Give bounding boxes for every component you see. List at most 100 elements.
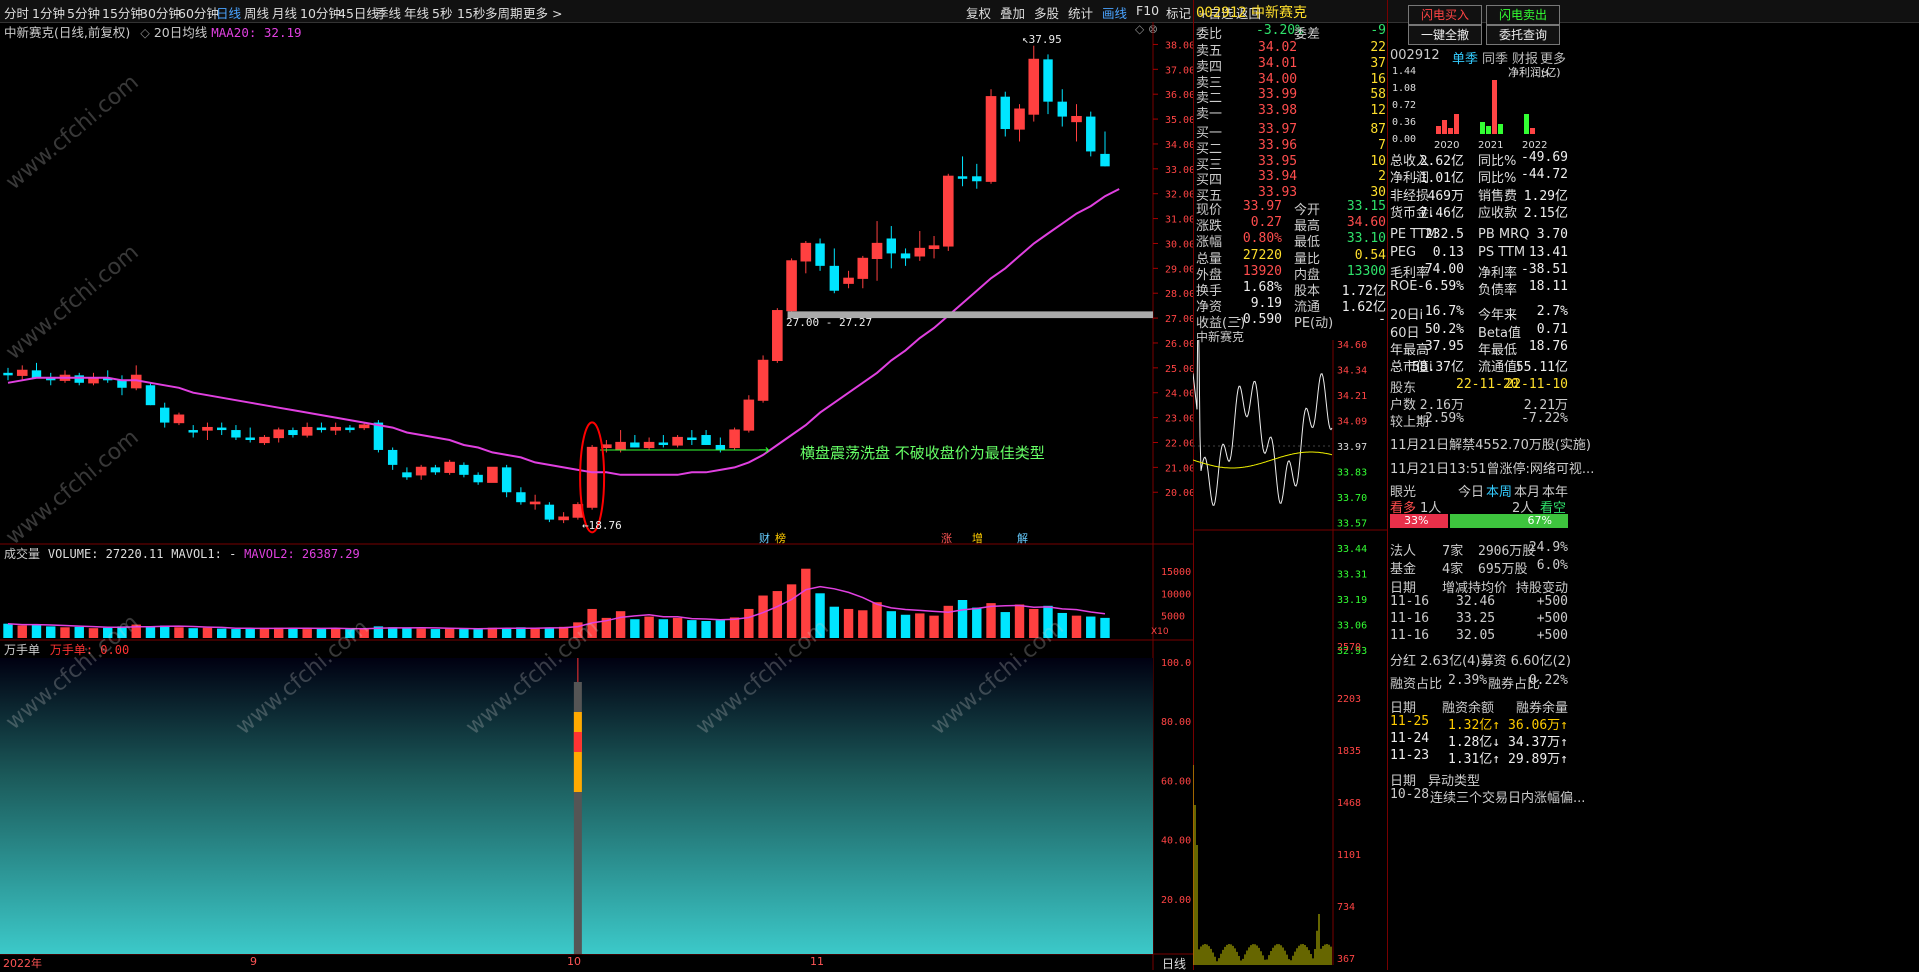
candlestick-chart[interactable]: 38.00 37.00 36.00 35.00 34.00 33.00 32.00 31.00… bbox=[0, 22, 1193, 970]
ask-row[interactable]: 卖四 34.01 37 bbox=[1196, 56, 1386, 75]
volume-bar bbox=[316, 628, 327, 638]
fin-row: 总市值i 58.37亿 流通值i 55.11亿 bbox=[1390, 360, 1568, 376]
candle bbox=[957, 156, 968, 187]
intraday-mini-chart[interactable]: 34.60 34.34 34.21 34.09 33.97 33.83 33.70 33.57… bbox=[1193, 340, 1387, 965]
candle bbox=[1086, 111, 1096, 157]
candle bbox=[74, 372, 84, 386]
bid-row[interactable]: 买二 33.96 7 bbox=[1196, 138, 1386, 157]
period-14[interactable]: 15秒 bbox=[457, 3, 485, 22]
candle bbox=[46, 372, 56, 386]
ask-row[interactable]: 卖二 33.99 58 bbox=[1196, 87, 1386, 106]
period-4[interactable]: 30分钟 bbox=[140, 3, 181, 22]
fin-row: 货币金i 7.46亿 应收款 2.15亿 bbox=[1390, 205, 1568, 221]
bid-row[interactable]: 买四 33.94 2 bbox=[1196, 169, 1386, 188]
period-1[interactable]: 1分钟 bbox=[32, 3, 65, 22]
candle bbox=[231, 425, 241, 440]
candle-fill bbox=[359, 425, 369, 428]
quick-button-3[interactable]: 委托查询 bbox=[1486, 25, 1560, 45]
period-9[interactable]: 10分钟 bbox=[300, 3, 341, 22]
wanshou-tick-label: 60.00 bbox=[1161, 776, 1191, 787]
period-13[interactable]: 5秒 bbox=[432, 3, 452, 22]
period-15[interactable]: 多周期 bbox=[485, 3, 523, 22]
anomaly-row[interactable]: 10-28 连续三个交易日内涨幅偏... bbox=[1390, 787, 1585, 806]
candle-body bbox=[701, 435, 711, 445]
bid-row[interactable]: 买一 33.97 87 bbox=[1196, 122, 1386, 141]
period-3[interactable]: 15分钟 bbox=[102, 3, 143, 22]
quick-button-2[interactable]: 一键全撤 bbox=[1408, 25, 1482, 45]
toolbar-right-2[interactable]: 多股 bbox=[1034, 3, 1059, 22]
period-0[interactable]: 分时 bbox=[4, 3, 29, 22]
toolbar-right-3[interactable]: 统计 bbox=[1068, 3, 1093, 22]
candle-body bbox=[630, 442, 640, 448]
marker-bang[interactable]: 榜 bbox=[775, 530, 786, 546]
candle bbox=[402, 467, 412, 480]
price-tick-label: 25.00 bbox=[1165, 364, 1193, 375]
candle bbox=[130, 365, 142, 391]
volume-bar bbox=[60, 627, 70, 638]
period-6[interactable]: 日线 bbox=[216, 3, 241, 22]
candle bbox=[501, 464, 512, 498]
period-10[interactable]: 45日线 bbox=[338, 3, 379, 22]
volume-bar bbox=[245, 628, 255, 638]
quick-button-1[interactable]: 闪电卖出 bbox=[1486, 5, 1560, 25]
price-tick-label: 34.00 bbox=[1165, 140, 1193, 151]
bid-row[interactable]: 买三 33.95 10 bbox=[1196, 154, 1386, 173]
volume-bar bbox=[658, 619, 669, 638]
marker-cai[interactable]: 财 bbox=[759, 530, 770, 546]
eye-tabs[interactable]: 眼光 今日 本周 本月 本年 bbox=[1390, 481, 1568, 500]
candle-body bbox=[216, 427, 227, 431]
volume-bar bbox=[630, 619, 640, 638]
marker-zhang[interactable]: 涨 bbox=[941, 530, 952, 546]
period-11[interactable]: 季线 bbox=[376, 3, 401, 22]
period-7[interactable]: 周线 bbox=[244, 3, 269, 22]
toolbar-right-5[interactable]: F10 bbox=[1136, 3, 1159, 18]
ask-row[interactable]: 卖三 34.00 16 bbox=[1196, 72, 1386, 91]
toolbar-right-6[interactable]: 标记 bbox=[1166, 3, 1191, 22]
ask-row[interactable]: 卖五 34.02 22 bbox=[1196, 40, 1386, 59]
candle bbox=[672, 435, 683, 448]
fin-row: PEG 0.13 PS TTM 13.41 bbox=[1390, 244, 1568, 260]
candle bbox=[117, 375, 127, 396]
ask-row[interactable]: 卖一 33.98 12 bbox=[1196, 103, 1386, 122]
volume-bar bbox=[786, 584, 797, 638]
marker-zeng[interactable]: 增 bbox=[972, 530, 983, 546]
mavol-line bbox=[7, 585, 1106, 630]
price-tick-label: 22.00 bbox=[1165, 438, 1193, 449]
candle-fill bbox=[330, 427, 341, 431]
news-item[interactable]: 11月21日13:51曾涨停:网络可视... bbox=[1390, 458, 1594, 477]
candle-fill bbox=[758, 360, 768, 401]
stat-row: 现价 33.97 今开 33.15 bbox=[1196, 199, 1386, 218]
period-16[interactable]: 更多 > bbox=[523, 3, 562, 22]
toolbar-right-0[interactable]: 复权 bbox=[966, 3, 991, 22]
toolbar-right-1[interactable]: 叠加 bbox=[1000, 3, 1025, 22]
candle bbox=[444, 459, 455, 475]
candle bbox=[928, 236, 940, 259]
quote-title: 002912 中新赛克 bbox=[1196, 5, 1308, 21]
stat-row: 净资 9.19 流通 1.62亿 bbox=[1196, 296, 1386, 316]
period-12[interactable]: 年线 bbox=[404, 3, 429, 22]
quick-button-0[interactable]: 闪电买入 bbox=[1408, 5, 1482, 25]
mini-tick-label: 34.34 bbox=[1337, 366, 1367, 377]
period-8[interactable]: 月线 bbox=[272, 3, 297, 22]
period-2[interactable]: 5分钟 bbox=[67, 3, 100, 22]
candle bbox=[886, 226, 897, 269]
candle-body bbox=[1100, 153, 1110, 167]
rz-header: 日期 融资余额 融券余量 bbox=[1390, 701, 1568, 716]
candle bbox=[701, 430, 711, 445]
wanshou-tick-label: 80.00 bbox=[1161, 717, 1191, 728]
candle bbox=[216, 422, 227, 436]
period-5[interactable]: 60分钟 bbox=[178, 3, 219, 22]
candle-body bbox=[815, 243, 825, 266]
news-item[interactable]: 11月21日解禁4552.70万股(实施) bbox=[1390, 434, 1591, 453]
toolbar-right-4[interactable]: 画线 bbox=[1102, 3, 1127, 22]
candle-fill bbox=[943, 176, 953, 246]
volume-bar bbox=[145, 626, 156, 638]
marker-jie[interactable]: 解 bbox=[1017, 530, 1028, 546]
volume-tick-label: 15000 bbox=[1161, 567, 1191, 578]
volume-bar bbox=[31, 624, 42, 638]
candle-body bbox=[900, 253, 911, 259]
fin-row: 净利润 -1.01亿 同比% -44.72 bbox=[1390, 167, 1568, 187]
profit-tick: 0.72 bbox=[1392, 100, 1416, 111]
bid-row[interactable]: 买五 33.93 30 bbox=[1196, 185, 1386, 204]
candle bbox=[31, 362, 42, 378]
